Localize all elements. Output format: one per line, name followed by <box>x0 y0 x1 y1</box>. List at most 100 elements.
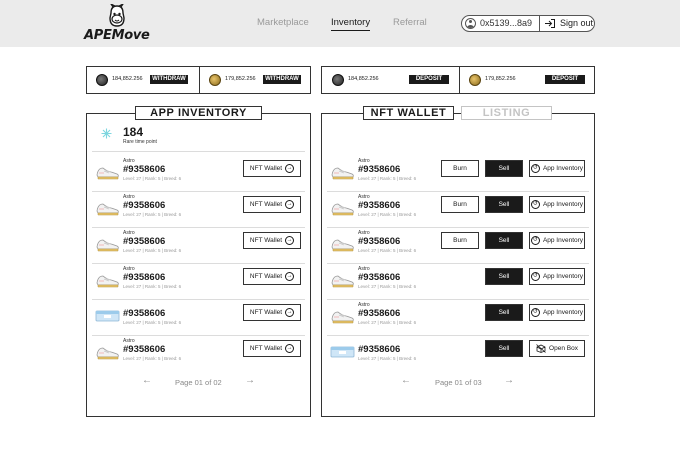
burn-button[interactable]: Burn <box>441 232 479 249</box>
item-id[interactable]: #9358606 <box>358 236 400 247</box>
button-label: Burn <box>453 201 467 208</box>
arrow-right-circle-icon: → <box>285 236 295 245</box>
button-label: Burn <box>453 237 467 244</box>
item-stats: Level: 27 | Rank: 5 | Breed: 6 <box>358 320 417 325</box>
sign-out-button[interactable]: Sign out <box>560 18 593 28</box>
item-stats: Level: 27 | Rank: 5 | Breed: 6 <box>358 284 417 289</box>
button-label: App Inventory <box>542 237 584 244</box>
nft_wallet-row: Astro #9358606 Level: 27 | Rank: 5 | Breed… <box>330 301 588 333</box>
item-id[interactable]: #9358606 <box>358 344 400 355</box>
button-label: App Inventory <box>542 273 584 280</box>
button-label: Sell <box>498 273 510 280</box>
burn-button[interactable]: Burn <box>441 196 479 213</box>
wallet-balance-gold: 179,852.256 <box>485 76 516 82</box>
shoebox-icon <box>95 310 120 322</box>
move-to-nft-wallet-button[interactable]: NFT Wallet → <box>243 232 301 249</box>
button-label: Sell <box>498 165 510 172</box>
arrow-left-circle-icon: ↺ <box>530 200 540 209</box>
app-next-page-arrow-icon[interactable]: → <box>245 375 255 386</box>
move-to-nft-wallet-button[interactable]: NFT Wallet → <box>243 340 301 357</box>
button-label: App Inventory <box>542 201 584 208</box>
item-stats: Level: 27 | Rank: 5 | Breed: 6 <box>123 176 182 181</box>
tab-nft-wallet[interactable]: NFT WALLET <box>363 106 454 120</box>
user-avatar-icon <box>465 18 476 29</box>
nav-marketplace[interactable]: Marketplace <box>257 17 309 28</box>
deposit-gold-button[interactable]: DEPOSIT <box>545 75 585 84</box>
wallet-address[interactable]: 0x5139...8a9 <box>480 18 532 28</box>
nav-referral[interactable]: Referral <box>393 17 427 28</box>
nav-inventory[interactable]: Inventory <box>331 17 371 31</box>
shoebox-icon <box>330 346 355 358</box>
app_inventory-row: #9358606 Level: 27 | Rank: 5 | Breed: 6 NF… <box>95 301 305 333</box>
withdraw-ape-button[interactable]: WITHDRAW <box>150 75 188 84</box>
item-id[interactable]: #9358606 <box>123 272 165 283</box>
app_inventory-row: Astro #9358606 Level: 27 | Rank: 5 | Breed… <box>95 229 305 261</box>
rare-time-point-label: Rare time point <box>123 139 157 145</box>
item-id[interactable]: #9358606 <box>358 200 400 211</box>
app-balance-bar: 184,852.256 WITHDRAW 179,852.256 WITHDRA… <box>86 66 311 94</box>
wallet-balance-bar: 184,852.256 DEPOSIT 179,852.256 DEPOSIT <box>321 66 595 94</box>
row-divider <box>327 299 589 300</box>
rare-time-point-value: 184 <box>123 125 144 139</box>
button-label: NFT Wallet <box>249 201 283 208</box>
row-divider <box>92 227 305 228</box>
button-label: Open Box <box>549 345 578 352</box>
wallet-next-page-arrow-icon[interactable]: → <box>504 375 514 386</box>
move-to-nft-wallet-button[interactable]: NFT Wallet → <box>243 304 301 321</box>
sell-button[interactable]: Sell <box>485 304 523 321</box>
move-to-app-inventory-button[interactable]: ↺ App Inventory <box>529 268 585 285</box>
sell-button[interactable]: Sell <box>485 232 523 249</box>
move-to-app-inventory-button[interactable]: ↺ App Inventory <box>529 160 585 177</box>
sell-button[interactable]: Sell <box>485 340 523 357</box>
rare-snowflake-icon <box>101 128 112 139</box>
sell-button[interactable]: Sell <box>485 196 523 213</box>
move-to-nft-wallet-button[interactable]: NFT Wallet → <box>243 268 301 285</box>
tab-app-inventory[interactable]: APP INVENTORY <box>135 106 262 120</box>
sell-button[interactable]: Sell <box>485 160 523 177</box>
top-bar: APEMove Marketplace Inventory Referral 0… <box>0 0 680 47</box>
button-label: NFT Wallet <box>249 165 283 172</box>
button-label: App Inventory <box>542 309 584 316</box>
open-box-button[interactable]: Open Box <box>529 340 585 357</box>
move-to-app-inventory-button[interactable]: ↺ App Inventory <box>529 196 585 213</box>
button-label: NFT Wallet <box>249 273 283 280</box>
arrow-right-circle-icon: → <box>285 164 295 173</box>
nft_wallet-row: Astro #9358606 Level: 27 | Rank: 5 | Breed… <box>330 229 588 261</box>
tab-listing[interactable]: LISTING <box>461 106 552 120</box>
item-id[interactable]: #9358606 <box>123 308 165 319</box>
move-to-nft-wallet-button[interactable]: NFT Wallet → <box>243 160 301 177</box>
withdraw-gold-button[interactable]: WITHDRAW <box>263 75 301 84</box>
move-to-app-inventory-button[interactable]: ↺ App Inventory <box>529 304 585 321</box>
item-id[interactable]: #9358606 <box>358 272 400 283</box>
nft_wallet-row: Astro #9358606 Level: 27 | Rank: 5 | Breed… <box>330 157 588 189</box>
move-to-nft-wallet-button[interactable]: NFT Wallet → <box>243 196 301 213</box>
item-id[interactable]: #9358606 <box>123 344 165 355</box>
sell-button[interactable]: Sell <box>485 268 523 285</box>
nft-wallet-pager: Page 01 of 03 <box>435 378 482 387</box>
sign-out-icon <box>545 19 555 28</box>
ape-token-icon <box>96 74 108 86</box>
item-id[interactable]: #9358606 <box>123 236 165 247</box>
item-stats: Level: 27 | Rank: 5 | Breed: 6 <box>358 356 417 361</box>
app-prev-page-arrow-icon[interactable]: ← <box>142 375 152 386</box>
item-stats: Level: 27 | Rank: 5 | Breed: 6 <box>123 248 182 253</box>
item-id[interactable]: #9358606 <box>123 164 165 175</box>
sneaker-icon <box>331 311 354 324</box>
account-divider <box>539 16 540 31</box>
arrow-left-circle-icon: ↺ <box>530 272 540 281</box>
app-logo[interactable]: APEMove <box>84 4 150 43</box>
sneaker-icon <box>96 347 119 360</box>
item-id[interactable]: #9358606 <box>358 164 400 175</box>
item-id[interactable]: #9358606 <box>358 308 400 319</box>
burn-button[interactable]: Burn <box>441 160 479 177</box>
deposit-ape-button[interactable]: DEPOSIT <box>409 75 449 84</box>
wallet-prev-page-arrow-icon[interactable]: ← <box>401 375 411 386</box>
arrow-right-circle-icon: → <box>285 272 295 281</box>
arrow-left-circle-icon: ↺ <box>530 164 540 173</box>
app-inventory-pager: Page 01 of 02 <box>175 378 222 387</box>
button-label: App Inventory <box>542 165 584 172</box>
arrow-left-circle-icon: ↺ <box>530 236 540 245</box>
move-to-app-inventory-button[interactable]: ↺ App Inventory <box>529 232 585 249</box>
item-id[interactable]: #9358606 <box>123 200 165 211</box>
row-divider <box>92 191 305 192</box>
